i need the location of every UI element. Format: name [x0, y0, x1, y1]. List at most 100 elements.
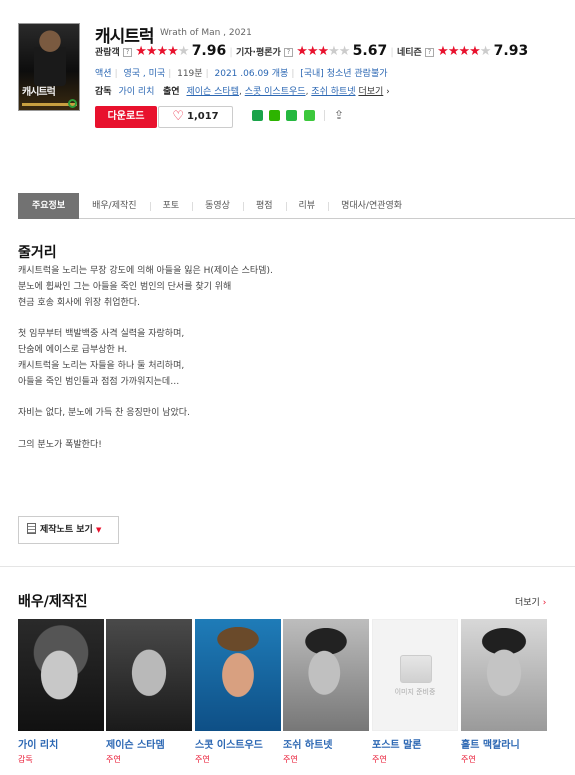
like-count: 1,017: [187, 111, 219, 122]
rating-label-netizen: 네티즌: [396, 48, 422, 58]
person-name[interactable]: 포스트 말론: [372, 736, 458, 751]
person-role: 주연: [106, 755, 121, 764]
tab-rating[interactable]: 평점: [242, 193, 286, 219]
grade-region: [국내]: [300, 69, 324, 79]
star-rating-audience: ★★★★★: [135, 44, 189, 59]
person-role: 주연: [461, 755, 476, 764]
share-cafe-icon[interactable]: [303, 109, 315, 121]
person-role: 주연: [195, 755, 210, 764]
help-icon[interactable]: ?: [424, 48, 434, 57]
rating-label-critic: 기자·평론가: [235, 48, 281, 58]
cast-link-3[interactable]: 조쉬 하트넷: [311, 87, 355, 97]
divider: [323, 109, 325, 121]
share-icons: ⇪: [252, 108, 344, 122]
person-photo-placeholder[interactable]: 이미지 준비중: [372, 619, 458, 731]
person-role: 주연: [372, 755, 387, 764]
production-note-button[interactable]: 제작노트 보기 ▼: [18, 516, 119, 544]
person-name[interactable]: 제이슨 스타뎀: [106, 736, 192, 751]
person-card[interactable]: 가이 리치 감독: [18, 619, 104, 765]
share-icon[interactable]: ⇪: [334, 108, 344, 122]
synopsis-line: [18, 422, 538, 438]
section-divider: [0, 566, 575, 567]
person-photo[interactable]: [461, 619, 547, 731]
person-role: 주연: [283, 755, 298, 764]
synopsis-line: 캐시트럭을 노리는 무장 강도에 의해 아들을 잃은 H(제이슨 스타뎀).: [18, 266, 273, 276]
rating-value-critic: 5.67: [352, 43, 388, 59]
like-button[interactable]: ♡ 1,017: [158, 106, 233, 128]
rating-value-netizen: 7.93: [493, 43, 529, 59]
person-card[interactable]: 제이슨 스타뎀 주연: [106, 619, 192, 765]
poster-title: 캐시트럭: [22, 87, 56, 98]
zoom-icon[interactable]: [68, 99, 77, 108]
rating-value-audience: 7.96: [191, 43, 227, 59]
production-note-label: 제작노트 보기: [40, 525, 93, 535]
synopsis-line: 아들을 죽인 범인들과 점점 가까워지는데…: [18, 376, 180, 387]
credits-more-link[interactable]: 더보기: [358, 87, 383, 97]
share-blog-icon[interactable]: [286, 109, 298, 121]
movie-poster[interactable]: 캐시트럭: [18, 23, 80, 111]
tab-photo[interactable]: 포토: [149, 193, 193, 219]
no-image-icon: [400, 655, 432, 683]
cast-label: 출연: [163, 87, 180, 97]
cast-link-2[interactable]: 스콧 이스트우드: [245, 87, 306, 97]
share-band-icon[interactable]: [269, 109, 281, 121]
help-icon[interactable]: ?: [284, 48, 293, 57]
person-name[interactable]: 조쉬 하트넷: [283, 736, 369, 751]
person-photo[interactable]: [18, 619, 104, 731]
synopsis-line: 단숨에 에이스로 급부상한 H.: [18, 344, 128, 355]
person-card[interactable]: 조쉬 하트넷 주연: [283, 619, 369, 765]
no-image-text: 이미지 준비중: [394, 688, 436, 696]
runtime: 119분: [177, 69, 203, 79]
credits-row: 감독 가이 리치 출연 제이슨 스타템, 스콧 이스트우드, 조쉬 하트넷 더보…: [95, 87, 390, 97]
caret-down-icon: ▼: [95, 526, 102, 534]
rating-label-audience: 관람객: [95, 48, 120, 58]
person-role: 감독: [18, 755, 33, 764]
synopsis-line: 그의 분노가 폭발한다!: [18, 439, 102, 450]
cast-more-link[interactable]: 더보기 ›: [515, 595, 546, 608]
star-rating-critic: ★★★★★: [296, 44, 350, 59]
heart-icon: ♡: [172, 109, 184, 124]
download-button[interactable]: 다운로드: [95, 106, 157, 128]
country-link[interactable]: 영국 , 미국: [123, 69, 165, 79]
person-name[interactable]: 스콧 이스트우드: [195, 736, 281, 751]
ratings-row: 관람객 ? ★★★★★ 7.96 | 기자·평론가 ? ★★★★★ 5.67 |…: [95, 43, 528, 59]
director-label: 감독: [95, 87, 112, 97]
synopsis-line: 캐시트럭을 노리는 자들을 하나 둘 처리하며,: [18, 360, 185, 371]
person-name[interactable]: 가이 리치: [18, 736, 104, 751]
movie-meta: 액션 | 영국 , 미국 | 119분 | 2021 .06.09 개봉 | [국내] …: [95, 69, 388, 79]
tab-review[interactable]: 리뷰: [285, 193, 329, 219]
cast-link-1[interactable]: 제이슨 스타템: [186, 87, 239, 97]
share-message-icon[interactable]: [252, 109, 263, 121]
release-date-link[interactable]: 2021 .06.09 개봉: [215, 69, 289, 79]
star-rating-netizen: ★★★★★: [437, 44, 491, 59]
person-card[interactable]: 홀트 맥칼라니 주연: [461, 619, 547, 765]
poster-figure: [34, 30, 66, 86]
tab-bar: 주요정보 배우/제작진 포토 동영상 평점 리뷰 명대사/연관영화: [18, 193, 575, 219]
synopsis-text: 캐시트럭을 노리는 무장 강도에 의해 아들을 잃은 H(제이슨 스타뎀). 분…: [18, 264, 538, 454]
document-icon: [27, 523, 36, 534]
synopsis-line: 분노에 휩싸인 그는 아들을 죽인 범인의 단서를 찾기 위해: [18, 281, 232, 292]
person-photo[interactable]: [283, 619, 369, 731]
person-card[interactable]: 스콧 이스트우드 주연: [195, 619, 281, 765]
person-name[interactable]: 홀트 맥칼라니: [461, 736, 547, 751]
person-photo[interactable]: [195, 619, 281, 731]
synopsis-line: [18, 311, 538, 327]
synopsis-line: 자비는 없다, 분노에 가득 찬 응징만이 남았다.: [18, 408, 190, 419]
help-icon[interactable]: ?: [123, 48, 133, 57]
tab-quotes-related[interactable]: 명대사/연관영화: [328, 193, 415, 219]
person-card[interactable]: 이미지 준비중 포스트 말론 주연: [372, 619, 458, 765]
original-title: Wrath of Man , 2021: [160, 28, 252, 38]
person-photo[interactable]: [106, 619, 192, 731]
chevron-right-icon: ›: [542, 598, 547, 608]
genre-link[interactable]: 액션: [95, 69, 112, 79]
tab-cast-crew[interactable]: 배우/제작진: [79, 193, 149, 219]
cast-section-title: 배우/제작진: [18, 594, 88, 610]
cast-more-label: 더보기: [515, 598, 540, 608]
director-link[interactable]: 가이 리치: [118, 87, 154, 97]
synopsis-line: 현금 호송 회사에 위장 취업한다.: [18, 297, 140, 308]
grade-link[interactable]: 청소년 관람불가: [327, 69, 388, 79]
synopsis-line: [18, 390, 538, 406]
tab-video[interactable]: 동영상: [192, 193, 243, 219]
synopsis-title: 줄거리: [18, 245, 57, 261]
tab-main-info[interactable]: 주요정보: [18, 193, 80, 219]
